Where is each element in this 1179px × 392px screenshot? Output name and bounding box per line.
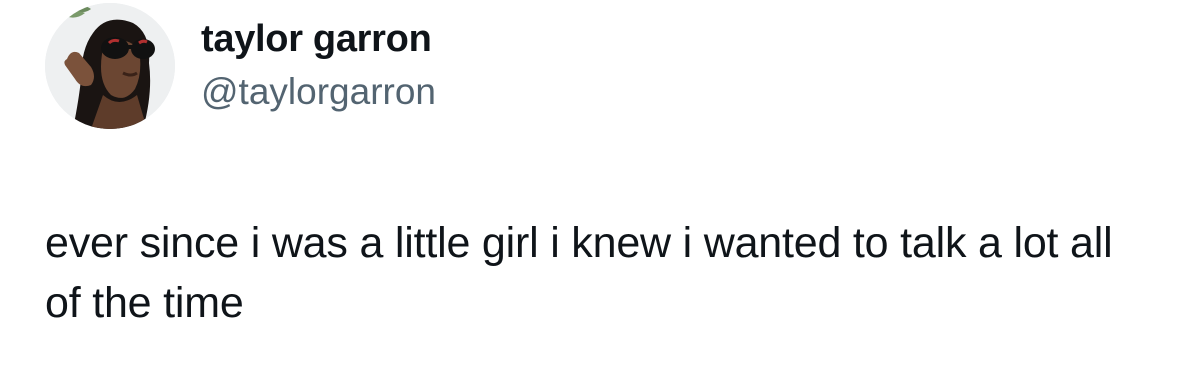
avatar[interactable] [45, 3, 175, 129]
profile-photo-icon [45, 3, 175, 129]
author-display-name[interactable]: taylor garron [201, 16, 432, 62]
tweet-text: ever since i was a little girl i knew i … [45, 219, 1113, 327]
author-handle[interactable]: @taylorgarron [201, 70, 436, 114]
tweet-card: taylor garron @taylorgarron ever since i… [0, 0, 1179, 392]
